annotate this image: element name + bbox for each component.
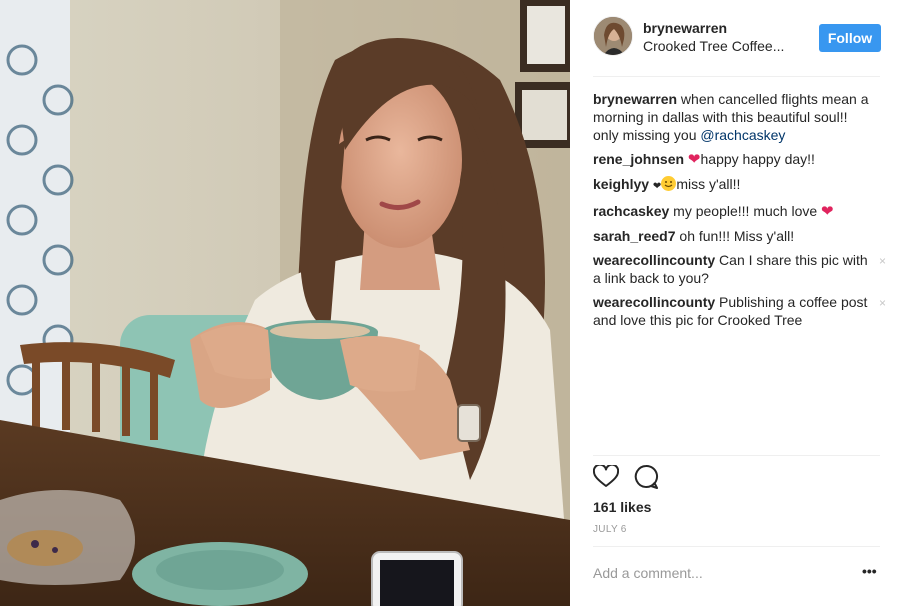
location-link[interactable]: Crooked Tree Coffee... — [643, 38, 784, 54]
comment-text: oh fun!!! Miss y'all! — [675, 228, 795, 244]
actions-divider — [593, 455, 880, 456]
comment-item: wearecollincounty Can I share this pic w… — [593, 251, 886, 287]
comment-item: sarah_reed7 oh fun!!! Miss y'all! — [593, 227, 880, 245]
post-date[interactable]: JULY 6 — [593, 524, 627, 535]
comment-username[interactable]: rachcaskey — [593, 203, 669, 219]
add-comment-input[interactable]: Add a comment... — [593, 565, 703, 581]
caption: brynewarren when cancelled flights mean … — [593, 90, 880, 144]
post-photo[interactable] — [0, 0, 570, 606]
comment-text: my people!!! much love — [669, 203, 822, 219]
comment-username[interactable]: wearecollincounty — [593, 252, 715, 268]
comment-text: happy happy day!! — [700, 151, 815, 167]
ellipsis-icon[interactable]: ••• — [862, 563, 877, 579]
delete-comment-icon[interactable]: × — [879, 294, 886, 312]
comment-item: rene_johnsen ❤happy happy day!! — [593, 150, 880, 169]
post-side-panel: brynewarren Crooked Tree Coffee... Follo… — [570, 0, 900, 606]
username-link[interactable]: brynewarren — [643, 20, 727, 36]
caption-mention[interactable]: @rachcaskey — [700, 127, 785, 143]
avatar[interactable] — [593, 16, 633, 56]
speech-bubble-icon[interactable] — [633, 464, 659, 490]
comment-item: keighlyy ❤ miss y'all!! — [593, 175, 880, 196]
comment-username[interactable]: wearecollincounty — [593, 294, 715, 310]
header-divider — [593, 76, 880, 77]
coffee-shop-photo — [0, 0, 570, 606]
comment-item: rachcaskey my people!!! much love ❤ — [593, 202, 880, 221]
comment-item: wearecollincounty Publishing a coffee po… — [593, 293, 886, 329]
follow-button[interactable]: Follow — [819, 24, 881, 52]
post-header: brynewarren Crooked Tree Coffee... Follo… — [593, 16, 889, 60]
comment-username[interactable]: rene_johnsen — [593, 151, 684, 167]
caption-username[interactable]: brynewarren — [593, 91, 677, 107]
small-heart-emoji-icon: ❤ — [652, 181, 662, 192]
avatar-image — [594, 17, 632, 55]
delete-comment-icon[interactable]: × — [879, 252, 886, 270]
comment-username[interactable]: sarah_reed7 — [593, 228, 676, 244]
comments-list: brynewarren when cancelled flights mean … — [593, 90, 886, 335]
heart-emoji-icon: ❤ — [821, 203, 834, 220]
heart-outline-icon[interactable] — [593, 465, 619, 489]
heart-emoji-icon: ❤ — [687, 151, 701, 168]
comment-text: miss y'all!! — [676, 176, 741, 192]
comment-username[interactable]: keighlyy — [593, 176, 649, 192]
smiley-emoji-icon — [661, 176, 677, 191]
comment-divider — [593, 546, 880, 547]
likes-count[interactable]: 161 likes — [593, 499, 651, 515]
action-bar — [593, 464, 673, 491]
